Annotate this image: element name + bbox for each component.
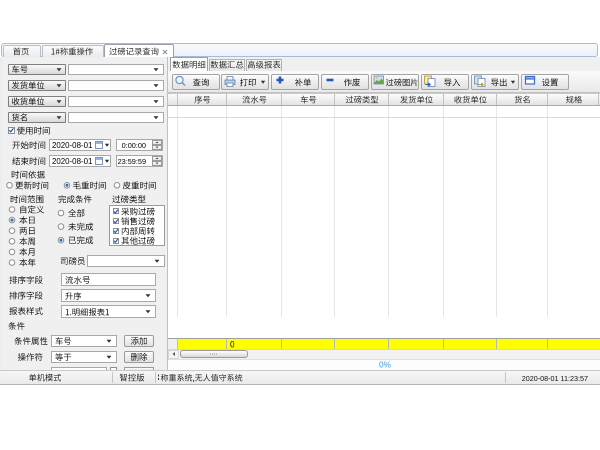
svg-text:0:00:00: 0:00:00	[122, 141, 146, 150]
svg-text:2020-08-01: 2020-08-01	[52, 141, 92, 150]
svg-text:2020-08-01 11:23:57: 2020-08-01 11:23:57	[522, 374, 588, 383]
svg-text:2020-08-01: 2020-08-01	[52, 157, 92, 166]
svg-text:0%: 0%	[379, 360, 392, 370]
svg-text:23:59:59: 23:59:59	[118, 157, 146, 166]
